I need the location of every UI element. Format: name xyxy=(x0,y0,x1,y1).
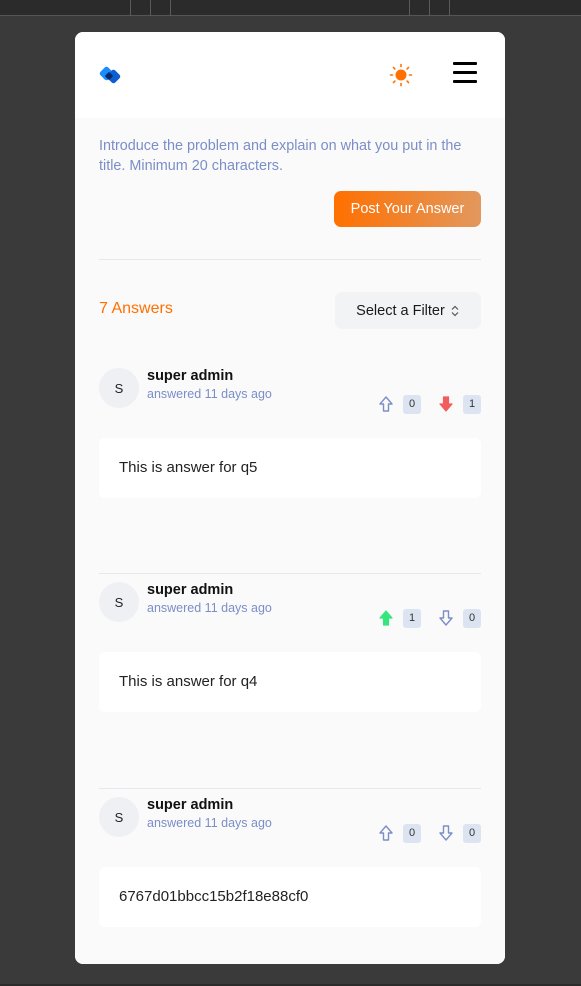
downvote-control: 0 xyxy=(437,823,481,843)
avatar[interactable]: S xyxy=(99,582,139,622)
top-bar-divider xyxy=(150,0,151,16)
filter-select[interactable]: Select a Filter xyxy=(335,292,481,329)
answer-card: S super admin answered 11 days ago 1 0 T… xyxy=(75,582,505,782)
downvote-count: 0 xyxy=(463,608,481,628)
main-content: Introduce the problem and explain on wha… xyxy=(75,118,505,964)
answer-form-description: Introduce the problem and explain on wha… xyxy=(99,138,462,174)
answer-timestamp: answered 11 days ago xyxy=(147,387,272,401)
downvote-icon[interactable] xyxy=(437,824,455,842)
top-bar-divider xyxy=(449,0,450,16)
browser-top-bar xyxy=(0,0,581,16)
author-name[interactable]: super admin xyxy=(147,582,233,598)
avatar[interactable]: S xyxy=(99,797,139,837)
answer-text: This is answer for q5 xyxy=(119,459,258,476)
divider xyxy=(99,259,481,260)
author-name[interactable]: super admin xyxy=(147,797,233,813)
answer-card: S super admin answered 11 days ago 0 0 6… xyxy=(75,797,505,964)
divider xyxy=(99,573,481,574)
downvote-count: 1 xyxy=(463,394,481,414)
answer-timestamp: answered 11 days ago xyxy=(147,601,272,615)
upvote-control: 0 xyxy=(377,394,421,414)
upvote-icon[interactable] xyxy=(377,824,395,842)
answers-count: 7 Answers xyxy=(99,300,173,317)
downvote-icon[interactable] xyxy=(437,395,455,413)
author-name[interactable]: super admin xyxy=(147,368,233,384)
top-bar-divider xyxy=(429,0,430,16)
page-card: Introduce the problem and explain on wha… xyxy=(75,32,505,964)
top-bar-divider xyxy=(130,0,131,16)
upvote-control: 1 xyxy=(377,608,421,628)
upvote-control: 0 xyxy=(377,823,421,843)
answer-timestamp: answered 11 days ago xyxy=(147,816,272,830)
top-bar-divider xyxy=(170,0,171,16)
upvote-count: 1 xyxy=(403,608,421,628)
top-bar-divider xyxy=(409,0,410,16)
devflow-logo-icon[interactable] xyxy=(99,64,123,86)
downvote-control: 1 xyxy=(437,394,481,414)
downvote-icon[interactable] xyxy=(437,609,455,627)
answer-body: 6767d01bbcc15b2f18e88cf0 xyxy=(99,867,481,927)
answer-body: This is answer for q4 xyxy=(99,652,481,712)
upvote-count: 0 xyxy=(403,823,421,843)
upvote-icon[interactable] xyxy=(377,395,395,413)
answer-text: This is answer for q4 xyxy=(119,673,258,690)
sun-icon[interactable] xyxy=(389,63,413,87)
avatar[interactable]: S xyxy=(99,368,139,408)
upvote-count: 0 xyxy=(403,394,421,414)
answer-card: S super admin answered 11 days ago 0 1 T… xyxy=(75,368,505,568)
post-answer-button[interactable]: Post Your Answer xyxy=(334,191,481,227)
filter-label: Select a Filter xyxy=(356,302,445,319)
divider xyxy=(99,788,481,789)
downvote-control: 0 xyxy=(437,608,481,628)
top-nav xyxy=(75,32,505,118)
chevron-up-down-icon xyxy=(451,305,459,316)
hamburger-menu-icon[interactable] xyxy=(453,62,477,84)
answer-text: 6767d01bbcc15b2f18e88cf0 xyxy=(119,888,309,905)
answer-body: This is answer for q5 xyxy=(99,438,481,498)
downvote-count: 0 xyxy=(463,823,481,843)
upvote-icon[interactable] xyxy=(377,609,395,627)
